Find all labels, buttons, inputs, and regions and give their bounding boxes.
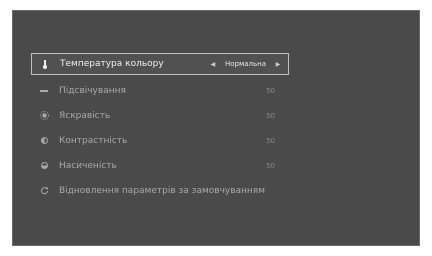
contrast-value: 50 <box>266 136 275 145</box>
left-arrow-icon[interactable]: ◀ <box>209 61 217 68</box>
menu-item-contrast[interactable]: Контрастність 50 <box>31 128 289 153</box>
saturation-value: 50 <box>266 161 275 170</box>
backlight-icon <box>39 86 49 96</box>
menu-item-label: Насиченість <box>59 160 117 171</box>
color-temperature-selector[interactable]: ◀ Нормальна ▶ <box>209 60 282 68</box>
menu-item-backlight[interactable]: Підсвічування 50 <box>31 78 289 103</box>
thermometer-icon <box>40 59 50 69</box>
menu-item-label: Підсвічування <box>59 85 126 96</box>
color-temperature-value: Нормальна <box>224 60 266 68</box>
menu-item-color-temperature[interactable]: Температура кольору ◀ Нормальна ▶ <box>31 53 289 75</box>
picture-settings-menu: Температура кольору ◀ Нормальна ▶ Підсві… <box>31 53 289 203</box>
menu-item-label: Яскравість <box>59 110 111 121</box>
menu-item-saturation[interactable]: Насиченість 50 <box>31 153 289 178</box>
menu-item-brightness[interactable]: Яскравість 50 <box>31 103 289 128</box>
menu-item-label: Контрастність <box>59 135 128 146</box>
brightness-icon <box>39 111 49 121</box>
menu-item-reset-defaults[interactable]: Відновлення параметрів за замовчуванням <box>31 178 289 203</box>
menu-item-label: Температура кольору <box>60 59 164 69</box>
reset-icon <box>39 186 49 196</box>
backlight-value: 50 <box>266 86 275 95</box>
menu-item-label: Відновлення параметрів за замовчуванням <box>59 185 265 196</box>
right-arrow-icon[interactable]: ▶ <box>274 61 282 68</box>
brightness-value: 50 <box>266 111 275 120</box>
saturation-icon <box>39 161 49 171</box>
settings-screen: Температура кольору ◀ Нормальна ▶ Підсві… <box>12 10 420 246</box>
contrast-icon <box>39 136 49 146</box>
